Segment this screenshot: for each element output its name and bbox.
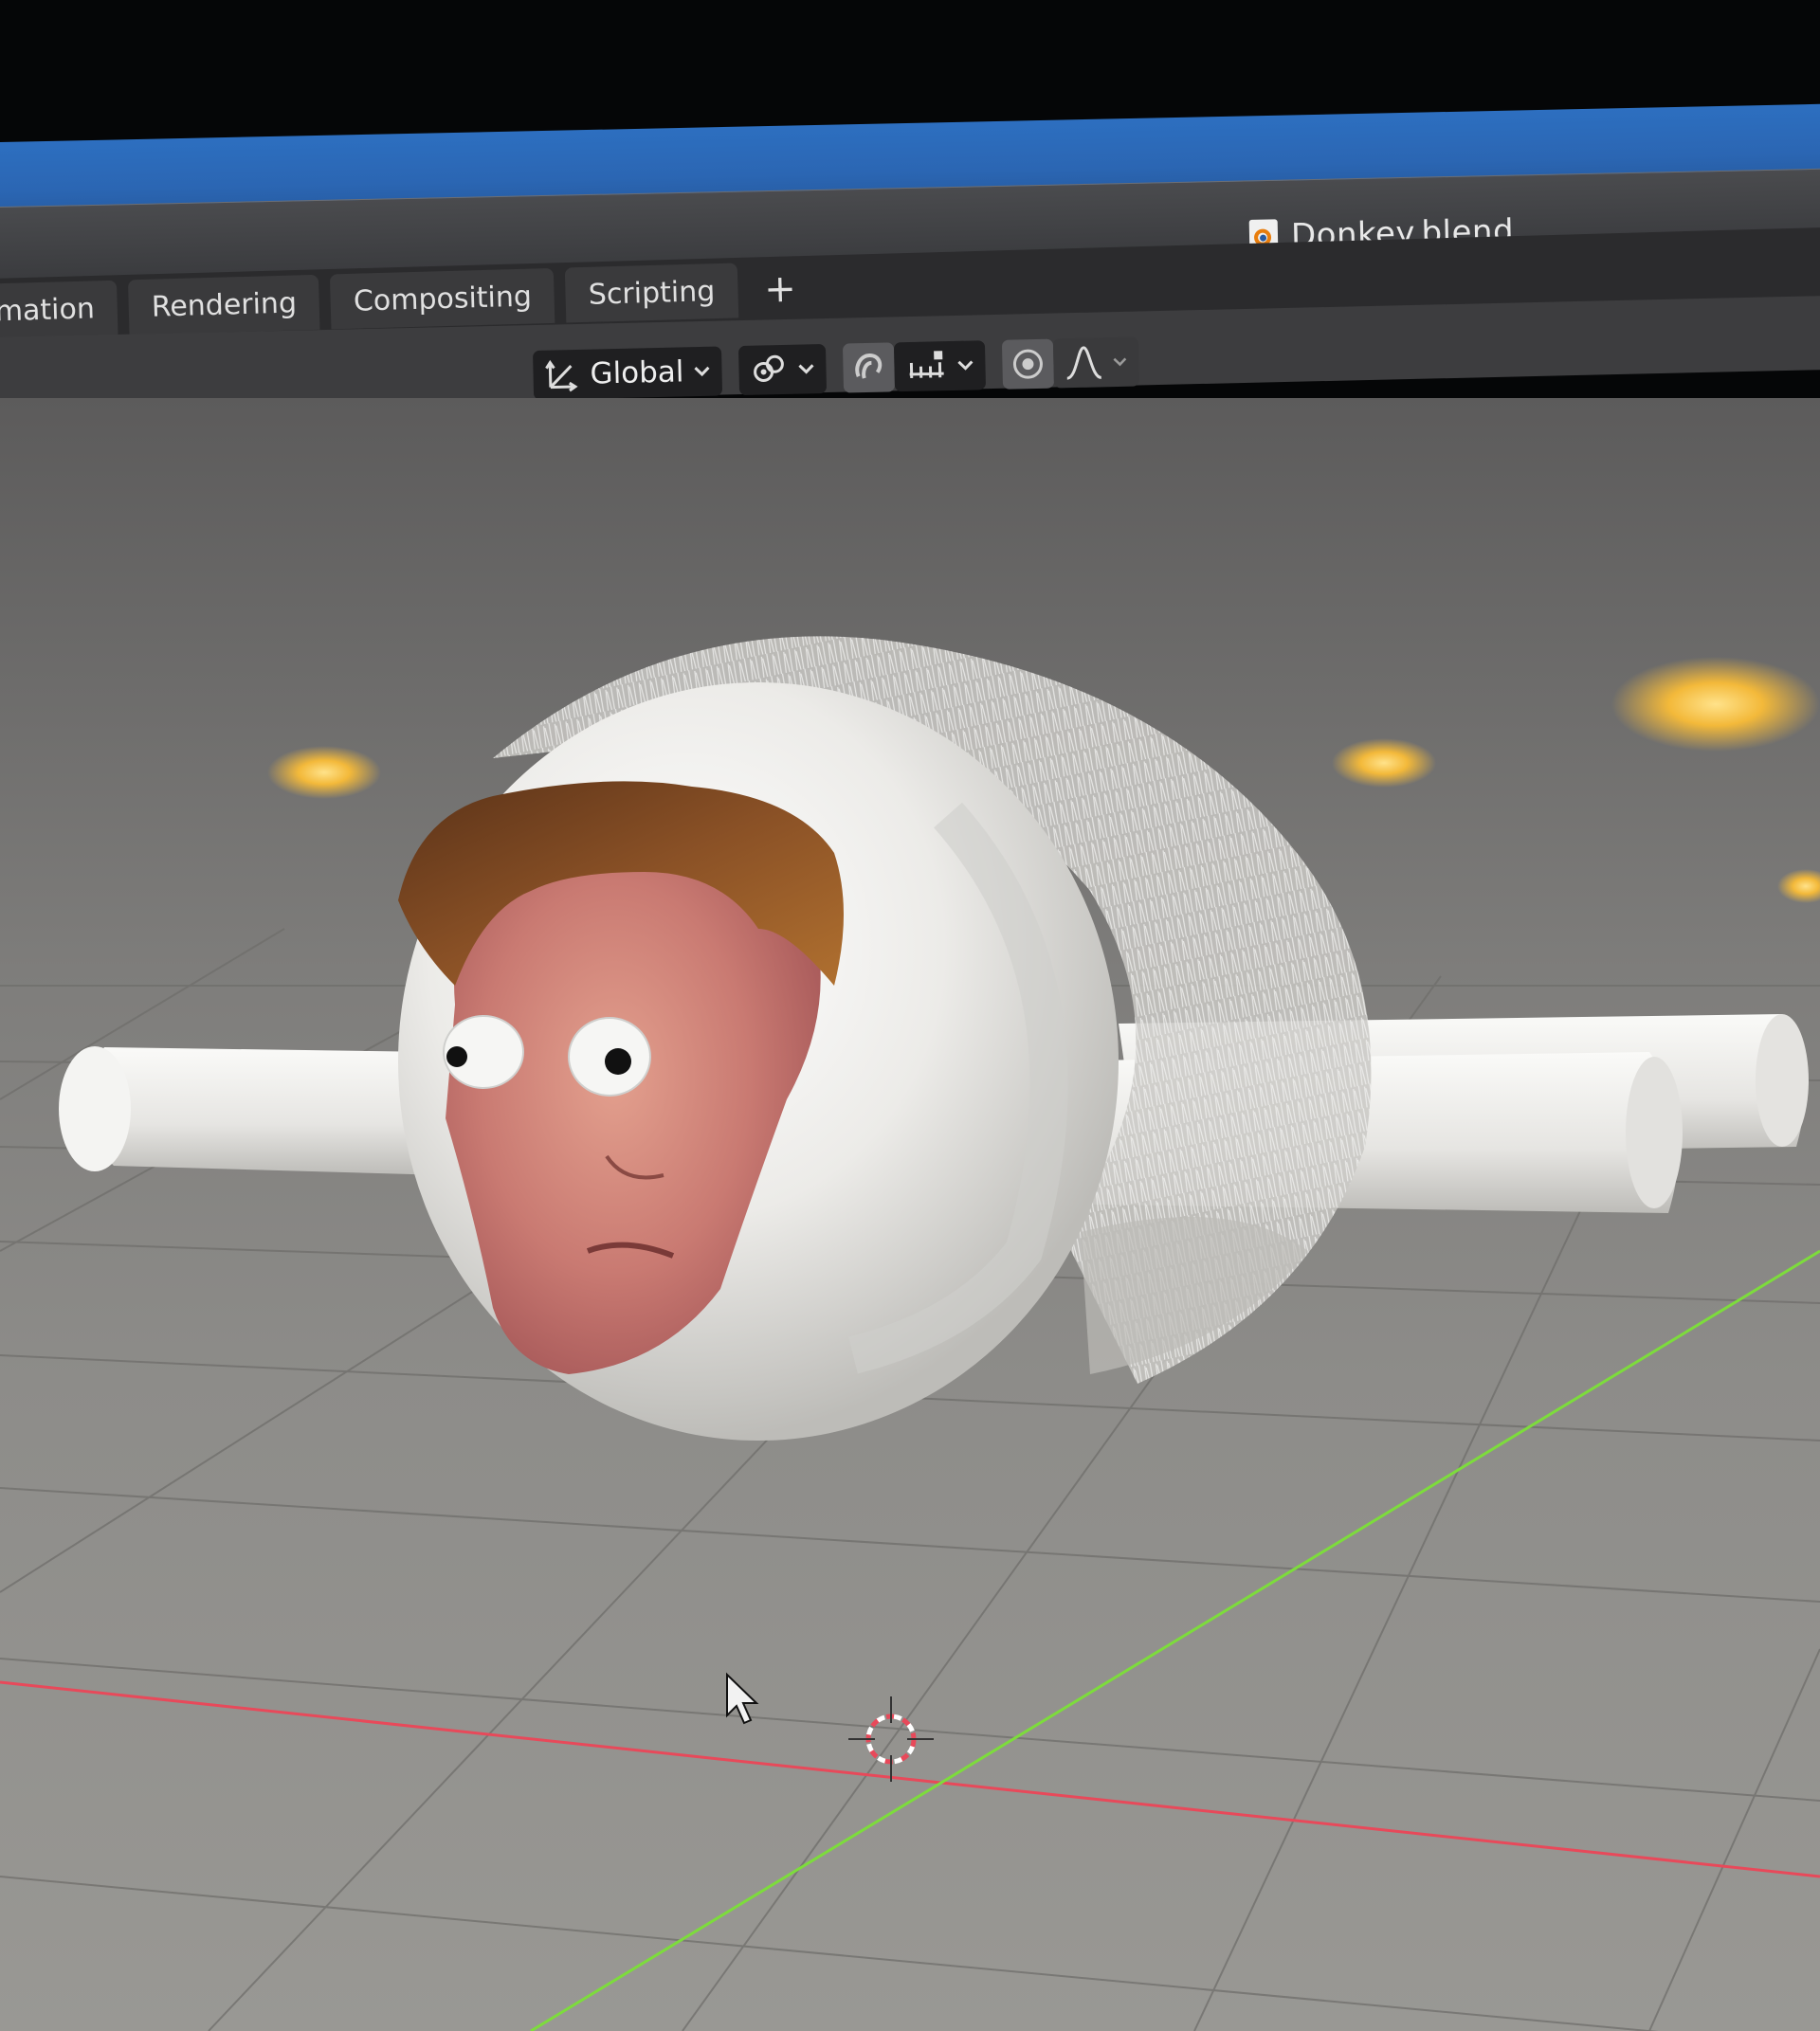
snap-toggle[interactable] bbox=[842, 342, 895, 393]
proportional-edit-toggle[interactable] bbox=[1001, 338, 1054, 390]
tab-compositing[interactable]: Compositing bbox=[330, 267, 555, 330]
point-light bbox=[1611, 657, 1820, 752]
transform-orientation-label: Global bbox=[590, 354, 684, 391]
3d-cursor-icon bbox=[848, 1696, 934, 1782]
proportional-falloff-dropdown[interactable] bbox=[1052, 336, 1139, 389]
tab-rendering[interactable]: Rendering bbox=[128, 274, 320, 335]
transform-gizmo-icon bbox=[545, 359, 578, 392]
chevron-down-icon bbox=[694, 366, 710, 377]
falloff-curve-icon bbox=[1066, 346, 1102, 380]
wing-cylinder bbox=[59, 1046, 446, 1175]
pivot-link-icon bbox=[753, 354, 784, 382]
3d-viewport[interactable] bbox=[0, 398, 1820, 2031]
tab-scripting[interactable]: Scripting bbox=[565, 263, 739, 323]
scene-render bbox=[0, 636, 1820, 2031]
googly-eye-left bbox=[443, 1015, 524, 1089]
transform-orientation-dropdown[interactable]: Global bbox=[533, 346, 723, 400]
googly-eye-right bbox=[568, 1017, 651, 1097]
snap-increment-icon bbox=[909, 351, 944, 378]
point-light bbox=[1332, 738, 1436, 788]
tab-animation[interactable]: mation bbox=[0, 280, 118, 339]
monitor-screen: Donkey.blend mation Rendering Compositin… bbox=[0, 0, 1820, 2031]
chevron-down-icon bbox=[1113, 357, 1127, 367]
pivot-point-dropdown[interactable] bbox=[737, 343, 827, 396]
point-light bbox=[267, 746, 381, 799]
snap-target-dropdown[interactable] bbox=[893, 340, 986, 392]
snap-magnet-icon bbox=[855, 353, 883, 379]
proportional-edit-icon bbox=[1012, 349, 1043, 379]
add-workspace-button[interactable]: + bbox=[748, 261, 811, 317]
point-light bbox=[1777, 869, 1820, 903]
chevron-down-icon bbox=[957, 360, 974, 371]
chevron-down-icon bbox=[798, 364, 814, 374]
